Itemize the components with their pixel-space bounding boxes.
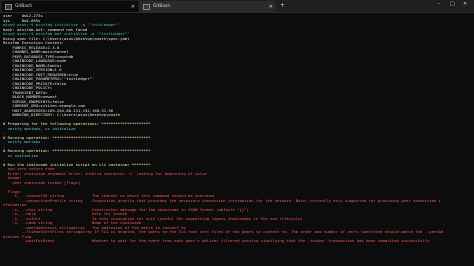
terminal-line: cc initialize [3,152,39,158]
terminal-line: --waitForEvent Whether to wait for the e… [3,238,430,243]
terminal-line: verify options [3,139,41,144]
terminal-line: --connectionProfile string Connection pr… [3,197,442,203]
plus-icon[interactable]: + [280,2,285,9]
tab-label: GitBash [15,4,33,9]
terminal-line: WORKING_DIRECTORY: C:\Users\asus\Desktop… [3,112,121,117]
terminal-icon [143,3,150,10]
terminal-line: peer chaincode invoke [flags] [3,179,81,185]
terminal-output[interactable]: user 0m12.273s sys 0m2.055s asus@ asus:~$ … [1,14,473,266]
terminal-line: --tlsRootCertFiles stringArray If TLS is… [3,229,444,234]
terminal-line: verify options, cc initialize [3,125,76,131]
close-tab-icon[interactable]: ✕ [269,4,273,10]
terminal-line: Error: chaincode argument error: invalid… [3,170,207,176]
minimize-button[interactable]: – [438,1,441,7]
tab-label: GitBash [153,4,171,9]
maximize-button[interactable]: □ [450,1,455,7]
close-window-button[interactable]: ✕ [463,1,467,7]
tab-bar: GitBash ✕ GitBash ✕ + – □ ✕ [0,0,474,13]
terminal-icon [5,3,12,10]
close-tab-icon[interactable]: ✕ [131,4,135,10]
tab-gitbash-1[interactable]: GitBash ✕ [2,1,138,12]
tab-gitbash-2[interactable]: GitBash ✕ [140,1,276,12]
